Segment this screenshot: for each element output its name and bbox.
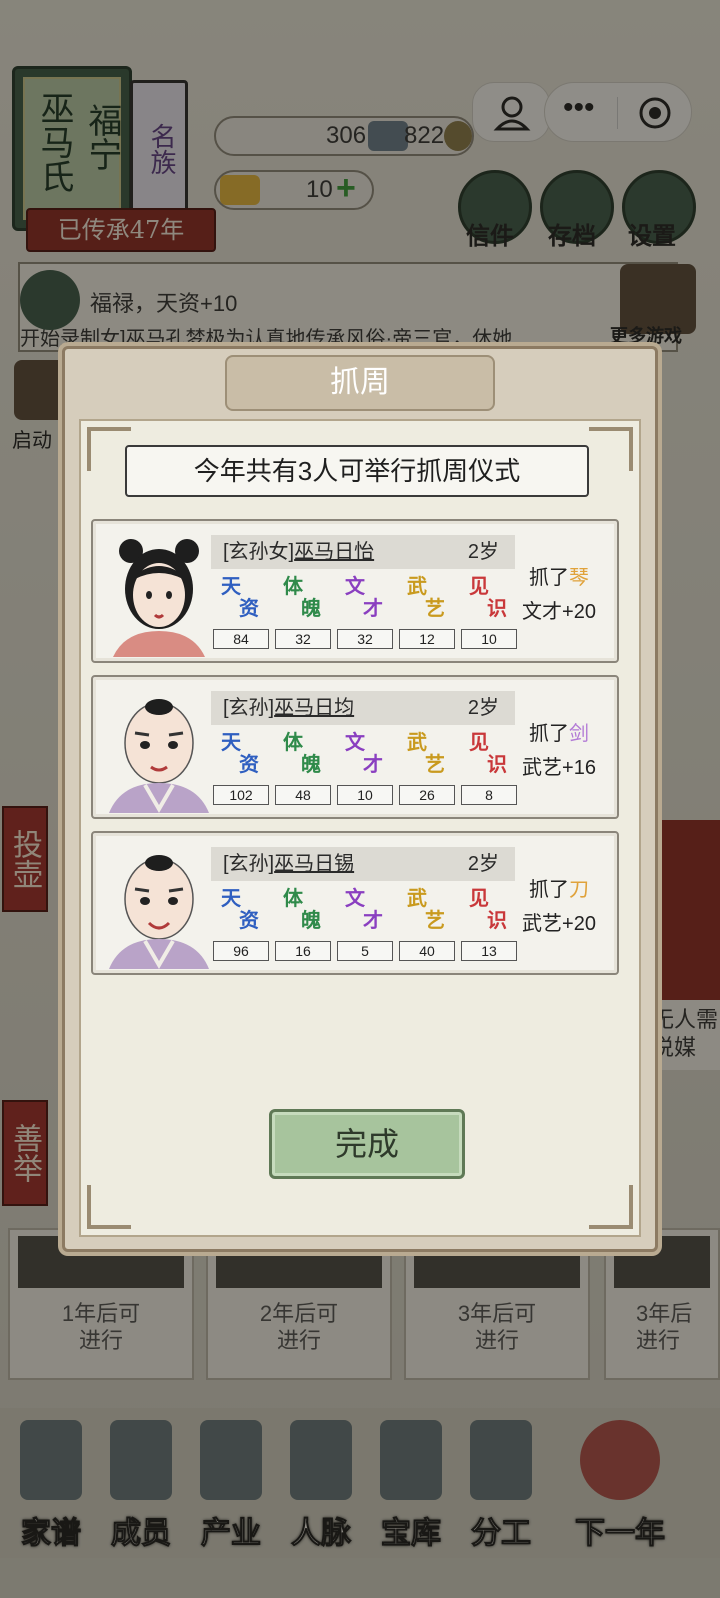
stat-value: 102 [213,785,269,805]
stat-value: 8 [461,785,517,805]
stat-label-b: 识 [487,596,507,620]
grab-result: 抓了琴 文才+20 [509,561,609,629]
stat-label-a: 体 [283,730,303,754]
child-age: 2岁 [467,541,499,563]
stat-martial: 武艺 26 [399,729,455,807]
stat-label-b: 魄 [301,596,321,620]
child-relation: [玄孙] [223,853,275,875]
dialog-body: 今年共有3人可举行抓周仪式 [玄孙女]巫马日怡 2岁 天资 84 体魄 32 文… [79,419,641,1237]
stat-value: 5 [337,941,393,961]
child-age: 2岁 [467,697,499,719]
stat-value: 84 [213,629,269,649]
stat-label-a: 见 [469,730,489,754]
stat-label-b: 识 [487,752,507,776]
stat-value: 12 [399,629,455,649]
grab-item: 琴 [569,567,589,589]
child-name-bar: [玄孙女]巫马日怡 2岁 [211,535,515,569]
child-card: [玄孙]巫马日锡 2岁 天资 96 体魄 16 文才 5 武艺 40 见识 13 抓了刀 … [91,831,619,975]
stat-physique: 体魄 16 [275,885,331,963]
stat-martial: 武艺 12 [399,573,455,651]
stat-value: 10 [461,629,517,649]
grab-item: 刀 [569,879,589,901]
child-name[interactable]: 巫马日锡 [274,853,354,875]
stat-label-b: 才 [363,596,383,620]
stat-physique: 体魄 32 [275,573,331,651]
stat-label-a: 见 [469,574,489,598]
child-card: [玄孙女]巫马日怡 2岁 天资 84 体魄 32 文才 32 武艺 12 见识 10 抓了… [91,519,619,663]
child-portrait [105,839,213,969]
child-relation: [玄孙女] [223,541,295,563]
stat-label-b: 资 [239,752,259,776]
grab-prefix: 抓了 [529,879,569,901]
stat-value: 96 [213,941,269,961]
stat-label-a: 天 [221,574,241,598]
stat-talent: 天资 102 [213,729,269,807]
stat-label-b: 资 [239,908,259,932]
stat-value: 16 [275,941,331,961]
stat-talent: 天资 96 [213,885,269,963]
done-button[interactable]: 完成 [269,1109,465,1179]
grab-effect: 文才+20 [522,601,596,623]
stat-physique: 体魄 48 [275,729,331,807]
stat-label-b: 艺 [425,596,445,620]
grab-effect: 武艺+20 [522,913,596,935]
stat-value: 48 [275,785,331,805]
grab-item: 剑 [569,723,589,745]
stat-label-a: 体 [283,886,303,910]
zhuazhou-dialog: 抓周 今年共有3人可举行抓周仪式 [玄孙女]巫马日怡 2岁 天 资 84 体 魄… [62,346,658,1252]
child-name[interactable]: 巫马日均 [274,697,354,719]
stat-label-a: 武 [407,730,427,754]
stat-label-a: 武 [407,574,427,598]
stat-label-a: 见 [469,886,489,910]
grab-result: 抓了刀 武艺+20 [509,873,609,941]
stat-martial: 武艺 40 [399,885,455,963]
stat-literacy: 文才 32 [337,573,393,651]
stat-label-b: 魄 [301,752,321,776]
stat-label-a: 体 [283,574,303,598]
child-card: [玄孙]巫马日均 2岁 天资 102 体魄 48 文才 10 武艺 26 见识 8 抓了剑… [91,675,619,819]
stat-value: 13 [461,941,517,961]
stat-label-a: 天 [221,730,241,754]
stat-label-b: 艺 [425,908,445,932]
stat-value: 26 [399,785,455,805]
stat-literacy: 文才 5 [337,885,393,963]
stat-label-b: 艺 [425,752,445,776]
stat-label-b: 资 [239,596,259,620]
child-name-bar: [玄孙]巫马日锡 2岁 [211,847,515,881]
child-relation: [玄孙] [223,697,275,719]
stat-talent: 天资 84 [213,573,269,651]
stat-label-b: 才 [363,908,383,932]
stat-label-b: 魄 [301,908,321,932]
child-portrait [105,527,213,657]
stat-label-b: 才 [363,752,383,776]
grab-prefix: 抓了 [529,567,569,589]
grab-effect: 武艺+16 [522,757,596,779]
child-name-bar: [玄孙]巫马日均 2岁 [211,691,515,725]
stat-value: 40 [399,941,455,961]
stat-label-a: 天 [221,886,241,910]
stat-label-b: 识 [487,908,507,932]
grab-result: 抓了剑 武艺+16 [509,717,609,785]
stat-label-a: 武 [407,886,427,910]
child-name[interactable]: 巫马日怡 [294,541,374,563]
child-age: 2岁 [467,853,499,875]
stat-value: 32 [337,629,393,649]
stat-literacy: 文才 10 [337,729,393,807]
child-portrait [105,683,213,813]
stat-value: 32 [275,629,331,649]
stat-value: 10 [337,785,393,805]
dialog-title: 抓周 [225,355,495,411]
stat-label-a: 文 [345,574,365,598]
dialog-subtitle: 今年共有3人可举行抓周仪式 [125,445,589,497]
stat-label-a: 文 [345,886,365,910]
grab-prefix: 抓了 [529,723,569,745]
stat-label-a: 文 [345,730,365,754]
